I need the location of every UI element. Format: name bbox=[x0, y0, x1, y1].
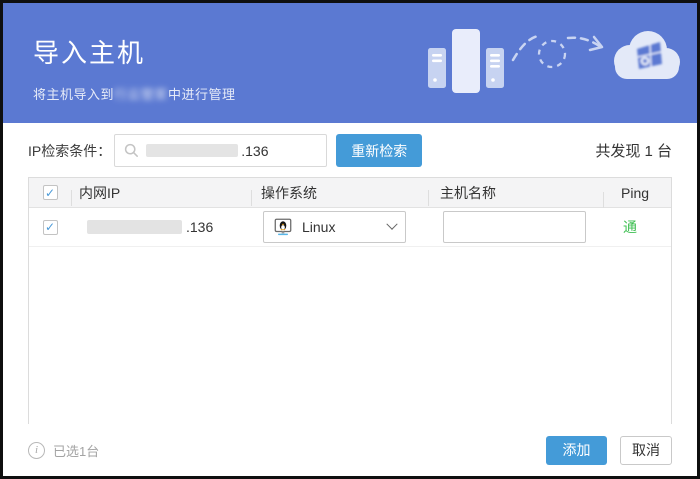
dialog-footer: i 已选1台 添加 取消 bbox=[3, 424, 697, 476]
host-table: 内网IP 操作系统 主机名称 Ping .136 bbox=[28, 177, 672, 425]
row-hostname-cell bbox=[428, 211, 603, 243]
cancel-button[interactable]: 取消 bbox=[620, 436, 672, 465]
col-header-hostname: 主机名称 bbox=[428, 183, 603, 203]
found-count-text: 共发现 1 台 bbox=[595, 140, 672, 161]
server-towers-icon bbox=[428, 29, 504, 93]
servers-to-cloud-illustration bbox=[425, 23, 683, 103]
add-button[interactable]: 添加 bbox=[546, 436, 607, 465]
hostname-input[interactable] bbox=[443, 211, 586, 243]
row-internal-ip: .136 bbox=[71, 219, 251, 235]
col-header-internal-ip: 内网IP bbox=[71, 183, 251, 203]
os-select[interactable]: Linux bbox=[263, 211, 406, 243]
info-icon: i bbox=[28, 442, 45, 459]
header-checkbox-cell bbox=[29, 185, 71, 200]
ip-search-label: IP检索条件： bbox=[28, 141, 111, 161]
ip-suffix: .136 bbox=[186, 219, 213, 235]
selected-count-text: 已选1台 bbox=[53, 441, 99, 460]
os-selected-value: Linux bbox=[302, 219, 335, 235]
dashed-arrow-icon bbox=[513, 36, 602, 60]
subtitle-prefix: 将主机导入到 bbox=[33, 87, 114, 102]
dialog-header: 导入主机 将主机导入到行云管家中进行管理 bbox=[3, 3, 697, 123]
redacted-ip-prefix bbox=[87, 220, 182, 234]
search-toolbar: IP检索条件： .136 重新检索 共发现 1 台 bbox=[28, 134, 672, 167]
subtitle-suffix: 中进行管理 bbox=[168, 87, 236, 102]
row-checkbox-cell bbox=[29, 220, 71, 235]
ping-status: 通 bbox=[623, 219, 637, 235]
dashed-sync-circle-icon bbox=[539, 41, 565, 67]
redacted-ip-prefix bbox=[146, 144, 238, 157]
col-header-os: 操作系统 bbox=[251, 183, 428, 203]
row-os-cell: Linux bbox=[251, 211, 428, 243]
redacted-product-name: 行云管家 bbox=[114, 87, 168, 102]
chevron-down-icon bbox=[386, 219, 397, 230]
table-header-row: 内网IP 操作系统 主机名称 Ping bbox=[29, 178, 671, 208]
search-icon bbox=[124, 143, 139, 158]
linux-tux-monitor-icon bbox=[273, 217, 293, 237]
row-ping-cell: 通 bbox=[603, 217, 671, 237]
ip-search-input[interactable]: .136 bbox=[114, 134, 327, 167]
ip-search-value: .136 bbox=[241, 143, 268, 159]
col-header-ping: Ping bbox=[603, 185, 671, 201]
table-row: .136 bbox=[29, 208, 671, 247]
select-all-checkbox[interactable] bbox=[43, 185, 58, 200]
row-checkbox[interactable] bbox=[43, 220, 58, 235]
import-host-dialog: 导入主机 将主机导入到行云管家中进行管理 bbox=[0, 0, 700, 479]
research-button[interactable]: 重新检索 bbox=[336, 134, 422, 167]
